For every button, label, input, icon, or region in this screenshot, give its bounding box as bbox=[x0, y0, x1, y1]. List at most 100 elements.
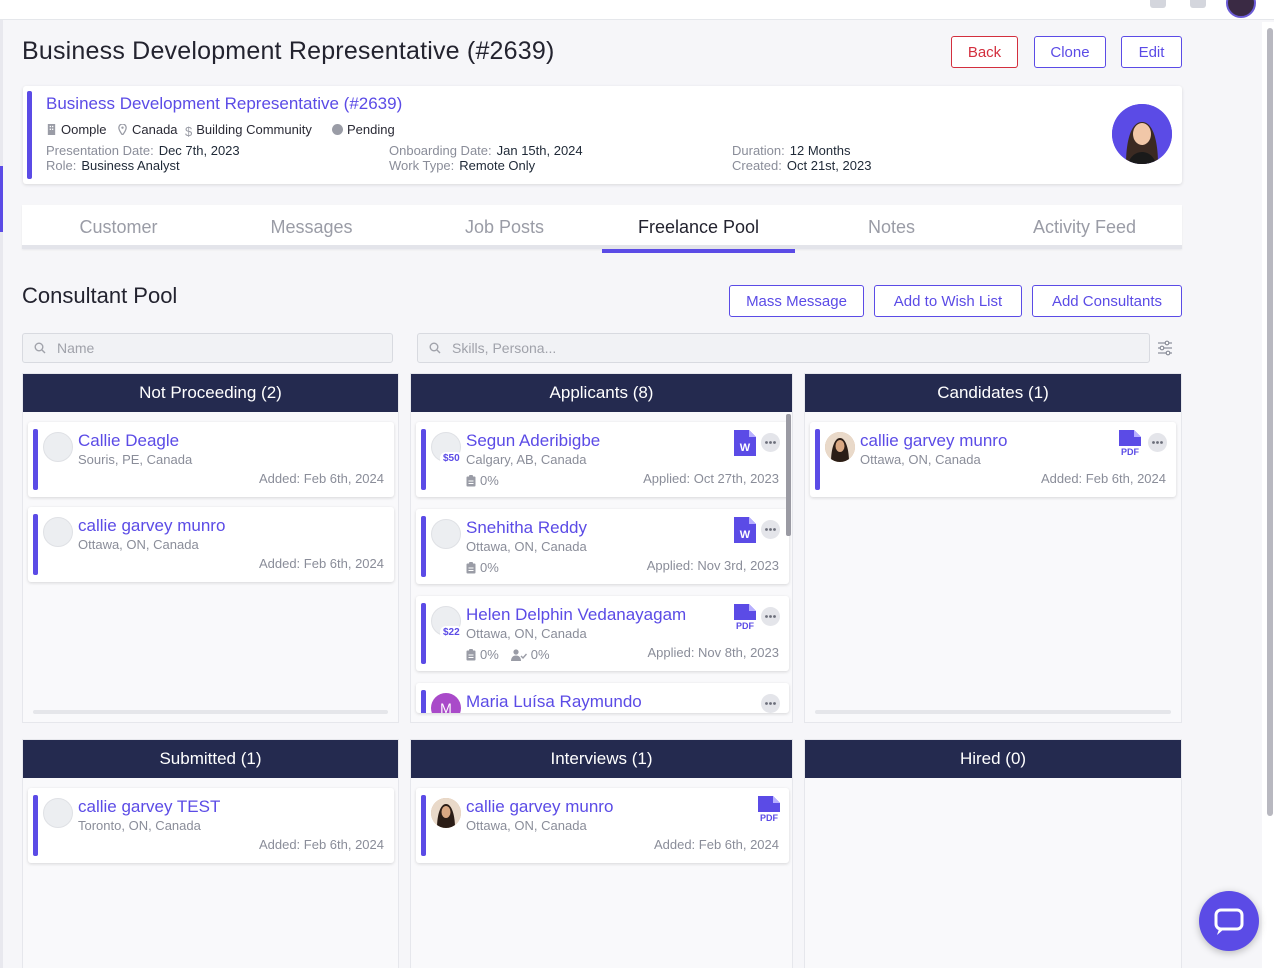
add-consultants-button[interactable]: Add Consultants bbox=[1032, 285, 1182, 317]
user-check-icon bbox=[510, 648, 527, 661]
presentation-date: Presentation Date: Dec 7th, 2023 bbox=[46, 143, 240, 158]
tab-customer[interactable]: Customer bbox=[22, 205, 215, 249]
more-options-button[interactable] bbox=[761, 433, 780, 452]
column-header: Applicants (8) bbox=[411, 374, 792, 412]
recruiter-photo bbox=[1112, 104, 1172, 164]
candidate-name[interactable]: Snehitha Reddy bbox=[466, 518, 587, 538]
candidate-name[interactable]: callie garvey munro bbox=[466, 797, 613, 817]
candidate-card[interactable]: $50 Segun Aderibigbe Calgary, AB, Canada… bbox=[416, 422, 789, 497]
card-accent-bar bbox=[33, 795, 38, 856]
chat-icon[interactable] bbox=[1150, 0, 1166, 8]
column-hired: Hired (0) bbox=[804, 739, 1182, 968]
left-edge bbox=[0, 20, 3, 968]
category-name: Building Community bbox=[196, 122, 312, 137]
tab-job-posts[interactable]: Job Posts bbox=[408, 205, 601, 249]
job-summary-card: Business Development Representative (#26… bbox=[23, 86, 1182, 184]
candidate-card[interactable]: Callie Deagle Souris, PE, Canada Added: … bbox=[28, 422, 394, 497]
column-scrollbar[interactable] bbox=[33, 710, 388, 714]
chat-launcher-button[interactable] bbox=[1199, 891, 1259, 951]
more-options-button[interactable] bbox=[1148, 433, 1167, 452]
candidate-name[interactable]: callie garvey TEST bbox=[78, 797, 220, 817]
role: Role: Business Analyst bbox=[46, 158, 180, 173]
tab-activity-feed[interactable]: Activity Feed bbox=[988, 205, 1181, 249]
country-meta: Canada bbox=[117, 122, 178, 137]
duration: Duration: 12 Months bbox=[732, 143, 850, 158]
skills-search-input[interactable] bbox=[452, 334, 1037, 362]
work-type: Work Type: Remote Only bbox=[389, 158, 535, 173]
filter-sliders-icon[interactable] bbox=[1157, 340, 1173, 356]
candidate-card[interactable]: $22 Helen Delphin Vedanayagam Ottawa, ON… bbox=[416, 596, 789, 671]
search-icon bbox=[34, 342, 46, 354]
added-date: Added: Feb 6th, 2024 bbox=[258, 556, 384, 571]
mass-message-button[interactable]: Mass Message bbox=[729, 285, 864, 317]
candidate-location: Calgary, AB, Canada bbox=[466, 452, 587, 467]
category-meta: $ Building Community bbox=[185, 122, 312, 139]
detail-tabs: Customer Messages Job Posts Freelance Po… bbox=[22, 205, 1182, 253]
candidate-name[interactable]: callie garvey munro bbox=[78, 516, 225, 536]
tab-messages[interactable]: Messages bbox=[215, 205, 408, 249]
created: Created: Oct 21st, 2023 bbox=[732, 158, 871, 173]
ellipsis-icon bbox=[765, 441, 776, 444]
persona-match-value: 0% bbox=[530, 647, 550, 662]
pdf-document-icon[interactable]: PDF bbox=[758, 796, 780, 822]
word-document-icon[interactable]: W bbox=[734, 517, 756, 543]
pdf-document-icon[interactable]: PDF bbox=[734, 604, 756, 630]
back-button[interactable]: Back bbox=[951, 36, 1018, 68]
consultant-pool-title: Consultant Pool bbox=[22, 283, 178, 308]
clipboard-icon bbox=[466, 648, 476, 660]
ellipsis-icon bbox=[1152, 441, 1163, 444]
column-header: Candidates (1) bbox=[805, 374, 1181, 412]
candidate-photo bbox=[431, 798, 461, 828]
candidate-name[interactable]: Segun Aderibigbe bbox=[466, 431, 600, 451]
added-date: Added: Feb 6th, 2024 bbox=[258, 471, 384, 486]
ellipsis-icon bbox=[765, 615, 776, 618]
card-accent-bar bbox=[33, 429, 38, 490]
rate-badge: $50 bbox=[440, 452, 463, 465]
edit-button[interactable]: Edit bbox=[1121, 36, 1182, 68]
candidate-card[interactable]: callie garvey munro Ottawa, ON, Canada A… bbox=[416, 788, 789, 863]
column-scrollbar[interactable] bbox=[815, 710, 1171, 714]
presentation-date-value: Dec 7th, 2023 bbox=[158, 143, 240, 158]
candidate-card[interactable]: callie garvey munro Ottawa, ON, Canada A… bbox=[28, 507, 394, 582]
avatar-placeholder bbox=[431, 519, 461, 549]
page-scrollbar[interactable] bbox=[1262, 22, 1274, 968]
add-to-wish-list-button[interactable]: Add to Wish List bbox=[874, 285, 1022, 317]
candidate-name[interactable]: callie garvey munro bbox=[860, 431, 1007, 451]
pdf-document-icon[interactable]: PDF bbox=[1119, 430, 1141, 456]
applicants-scrollbar-thumb[interactable] bbox=[786, 414, 791, 536]
avatar-placeholder bbox=[43, 432, 73, 462]
onboarding-date-value: Jan 15th, 2024 bbox=[496, 143, 583, 158]
tab-notes[interactable]: Notes bbox=[795, 205, 988, 249]
candidate-name[interactable]: Helen Delphin Vedanayagam bbox=[466, 605, 686, 625]
clipboard-icon bbox=[466, 474, 476, 486]
skills-match: 0% bbox=[466, 473, 499, 488]
tab-freelance-pool[interactable]: Freelance Pool bbox=[602, 205, 795, 253]
skills-match-value: 0% bbox=[480, 473, 499, 488]
candidate-name[interactable]: Callie Deagle bbox=[78, 431, 179, 451]
summary-accent-bar bbox=[27, 91, 32, 179]
more-options-button[interactable] bbox=[761, 694, 780, 713]
name-search-input[interactable] bbox=[57, 334, 353, 362]
column-header: Hired (0) bbox=[805, 740, 1181, 778]
card-accent-bar bbox=[421, 603, 426, 664]
user-avatar[interactable] bbox=[1226, 0, 1256, 18]
country-name: Canada bbox=[132, 122, 178, 137]
bell-icon[interactable] bbox=[1190, 0, 1206, 8]
job-title-link[interactable]: Business Development Representative (#26… bbox=[46, 94, 402, 114]
chat-bubble-icon bbox=[1214, 908, 1244, 935]
clone-button[interactable]: Clone bbox=[1034, 36, 1106, 68]
candidate-card[interactable]: callie garvey munro Ottawa, ON, Canada A… bbox=[810, 422, 1176, 497]
onboarding-date: Onboarding Date: Jan 15th, 2024 bbox=[389, 143, 583, 158]
page-scrollbar-thumb[interactable] bbox=[1267, 28, 1273, 816]
more-options-button[interactable] bbox=[761, 520, 780, 539]
building-icon bbox=[47, 124, 56, 135]
candidate-card[interactable]: Snehitha Reddy Ottawa, ON, Canada 0% App… bbox=[416, 509, 789, 584]
more-options-button[interactable] bbox=[761, 607, 780, 626]
word-document-icon[interactable]: W bbox=[734, 430, 756, 456]
candidate-card[interactable]: M Maria Luísa Raymundo bbox=[416, 683, 789, 713]
candidate-name[interactable]: Maria Luísa Raymundo bbox=[466, 692, 642, 712]
column-interviews: Interviews (1) callie garvey munro Ottaw… bbox=[410, 739, 793, 968]
candidate-card[interactable]: callie garvey TEST Toronto, ON, Canada A… bbox=[28, 788, 394, 863]
added-date: Added: Feb 6th, 2024 bbox=[1040, 471, 1166, 486]
avatar-initial: M bbox=[431, 693, 461, 713]
